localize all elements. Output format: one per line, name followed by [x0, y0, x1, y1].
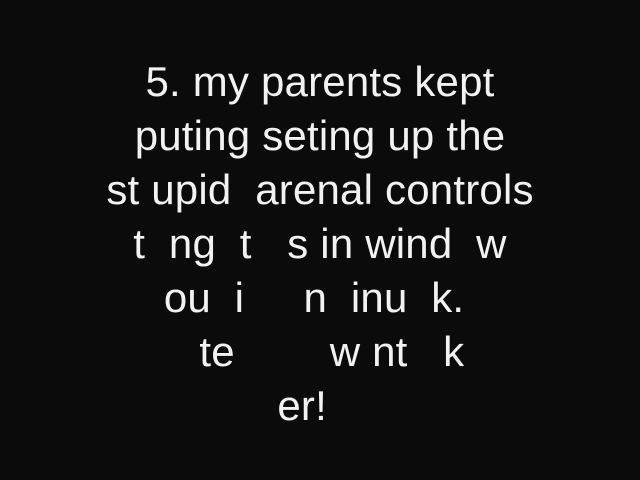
text-line-3: st upid arenal controls	[106, 166, 534, 213]
text-line-1: 5. my parents kept	[145, 58, 495, 105]
text-line-5: ou i n inu k.	[151, 274, 489, 321]
text-slide: 5. my parents kept puting seting up the …	[0, 0, 640, 480]
text-line-2: puting seting up the	[134, 112, 506, 159]
text-line-4: t ng t s in wind w	[133, 220, 507, 267]
text-line-6: te w nt k	[175, 328, 465, 375]
text-line-7: er!	[277, 382, 363, 429]
